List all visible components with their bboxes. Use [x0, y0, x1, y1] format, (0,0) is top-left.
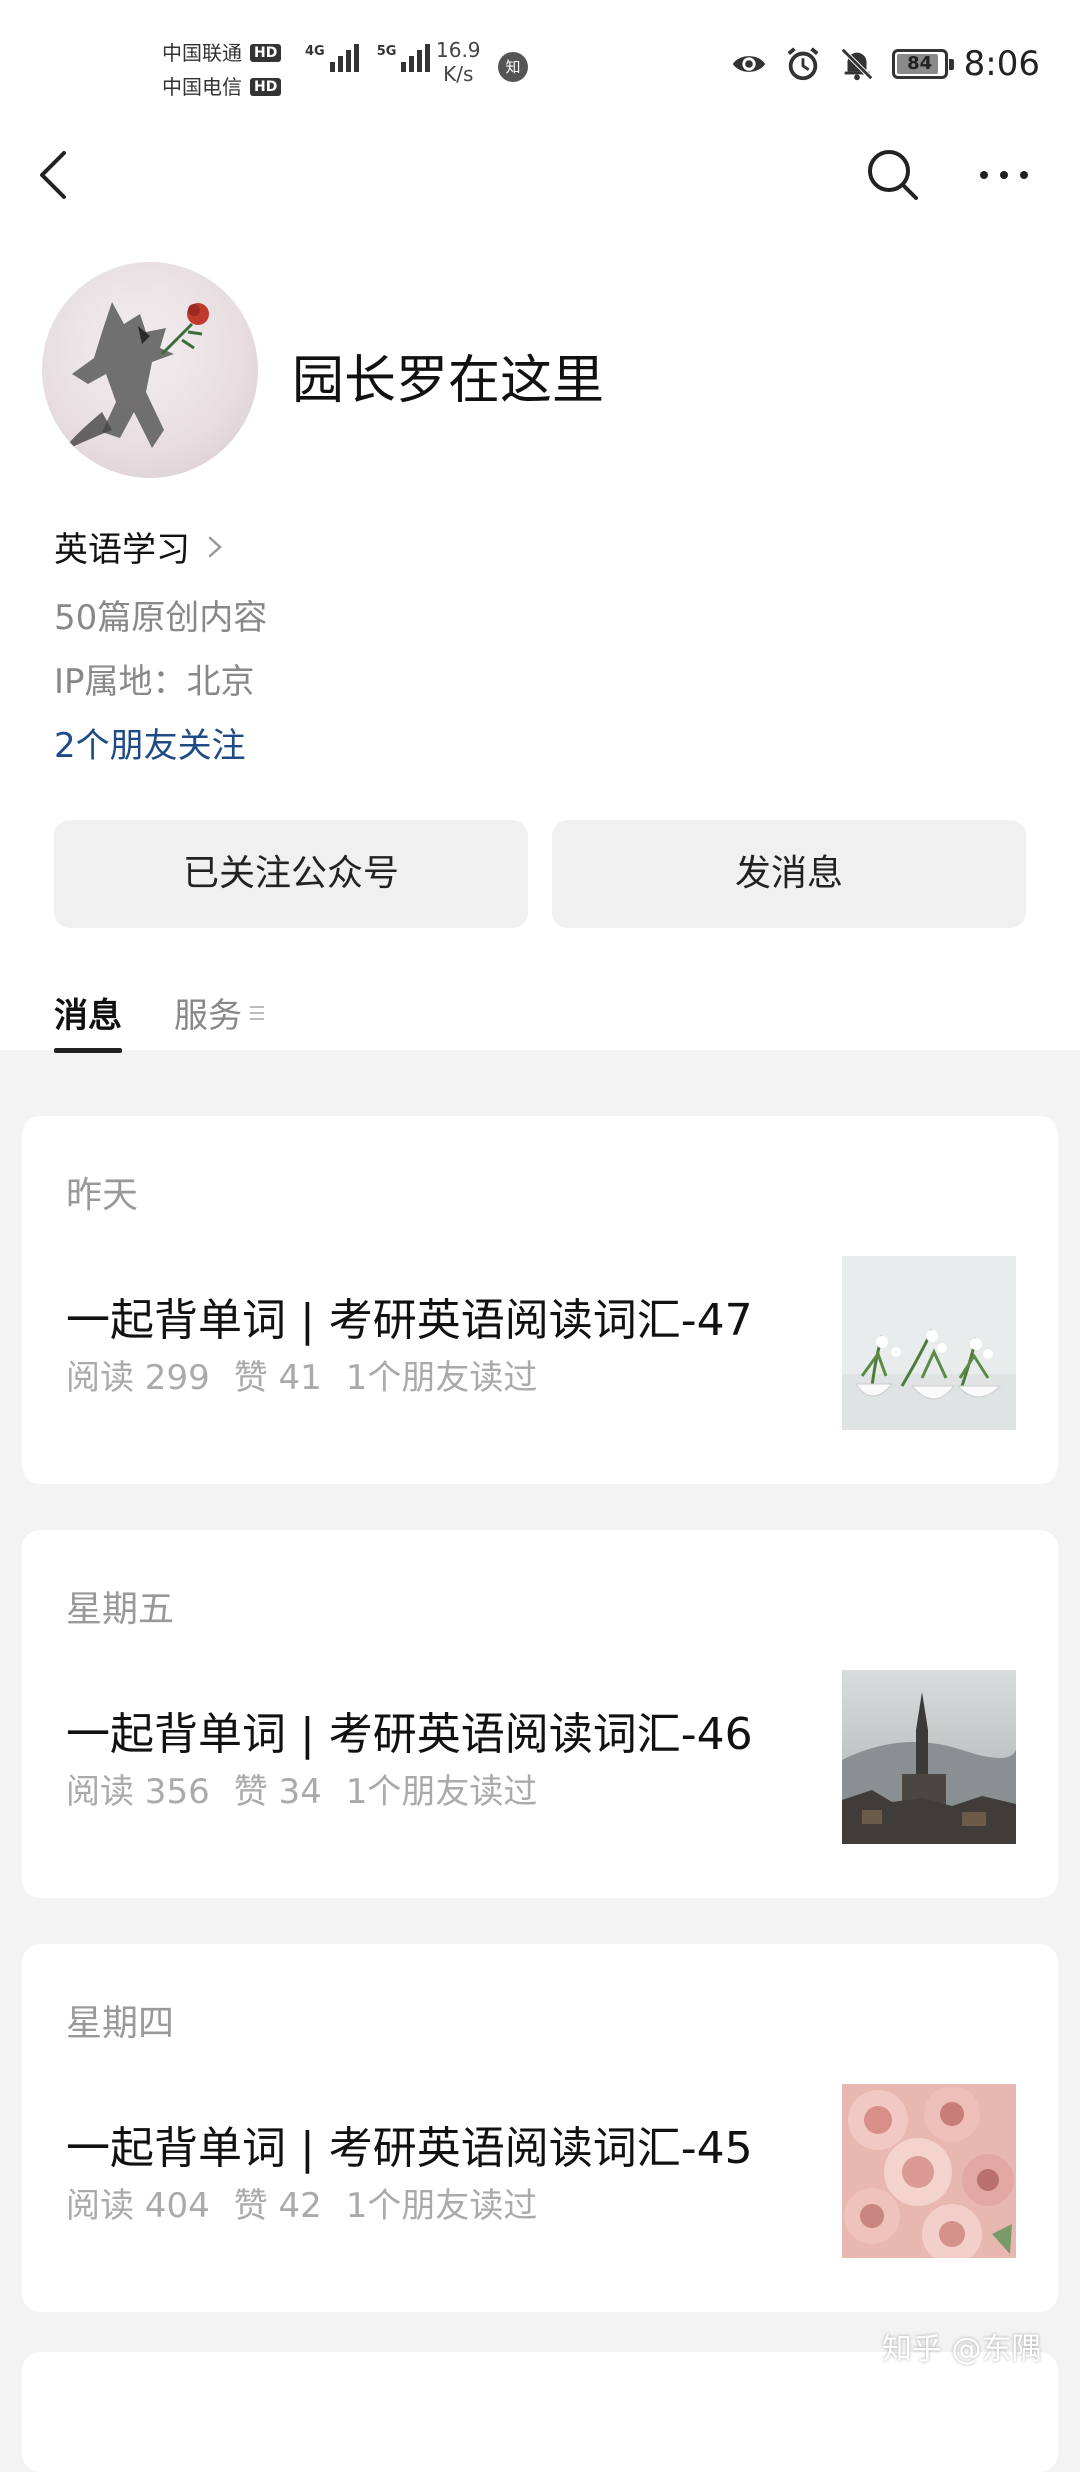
article-meta: 阅读 356 赞 34 1个朋友读过 — [66, 1764, 537, 1813]
friends-read: 1个朋友读过 — [345, 2186, 538, 2226]
account-category[interactable]: 英语学习 — [54, 522, 226, 571]
article-card[interactable]: 星期五 一起背单词 | 考研英语阅读词汇-46 阅读 356 赞 34 1个朋友… — [22, 1530, 1058, 1898]
back-icon[interactable] — [30, 145, 80, 205]
followed-button[interactable]: 已关注公众号 — [54, 820, 528, 928]
hd-badge: HD — [250, 78, 282, 96]
tab-bar: 消息 服务 — [54, 988, 264, 1053]
carrier-1: 中国联通 — [162, 41, 242, 65]
menu-lines-icon — [250, 1005, 264, 1020]
friends-read: 1个朋友读过 — [345, 1358, 538, 1398]
article-meta: 阅读 404 赞 42 1个朋友读过 — [66, 2178, 537, 2227]
pink-roses-image[interactable] — [842, 2084, 1016, 2258]
tab-messages[interactable]: 消息 — [54, 988, 122, 1053]
network-label: 5G — [376, 44, 397, 59]
alarm-icon — [787, 47, 819, 81]
battery-icon: 84 — [891, 49, 954, 79]
article-title[interactable]: 一起背单词 | 考研英语阅读词汇-45 — [66, 2112, 753, 2176]
article-title[interactable]: 一起背单词 | 考研英语阅读词汇-47 — [66, 1284, 753, 1348]
article-date: 昨天 — [66, 1175, 139, 1216]
like-count: 赞 42 — [233, 2186, 322, 2226]
ip-location: IP属地：北京 — [54, 662, 255, 702]
read-count: 阅读 356 — [66, 1772, 210, 1812]
article-card[interactable]: 昨天 一起背单词 | 考研英语阅读词汇-47 阅读 299 赞 41 1个朋友读… — [22, 1116, 1058, 1484]
article-title[interactable]: 一起背单词 | 考研英语阅读词汇-46 — [66, 1698, 753, 1762]
status-bar: 中国联通 HD 中国电信 HD 4G 5G 16.9 K/s 知 84 8:06 — [0, 0, 1080, 120]
tab-services-label: 服务 — [174, 996, 242, 1036]
chevron-right-icon — [208, 536, 222, 557]
read-count: 阅读 299 — [66, 1358, 210, 1398]
article-card[interactable]: 星期四 一起背单词 | 考研英语阅读词汇-45 阅读 404 赞 42 1个朋友… — [22, 1944, 1058, 2312]
friends-following-link[interactable]: 2个朋友关注 — [54, 718, 246, 767]
friends-read: 1个朋友读过 — [345, 1772, 538, 1812]
avatar[interactable] — [42, 262, 258, 478]
article-card[interactable] — [22, 2352, 1058, 2472]
speed-value: 16.9 — [436, 38, 481, 62]
signal-5g-icon: 5G — [377, 44, 431, 72]
signal-4g-icon: 4G — [305, 44, 359, 72]
carrier-2: 中国电信 — [162, 75, 242, 99]
speed-unit: K/s — [443, 62, 474, 86]
article-date: 星期四 — [66, 2003, 175, 2044]
network-speed: 16.9 K/s — [436, 38, 481, 86]
status-icons: 84 8:06 — [730, 44, 1040, 84]
tab-services[interactable]: 服务 — [174, 988, 264, 1037]
clock: 8:06 — [963, 44, 1040, 84]
like-count: 赞 34 — [233, 1772, 322, 1812]
carrier-info: 中国联通 HD 中国电信 HD — [162, 36, 282, 104]
category-label: 英语学习 — [54, 530, 190, 570]
search-icon[interactable] — [864, 146, 920, 202]
article-date: 星期五 — [66, 1589, 175, 1630]
original-count: 50篇原创内容 — [54, 598, 268, 638]
church-town-image[interactable] — [842, 1670, 1016, 1844]
zhihu-notification-icon: 知 — [498, 52, 528, 82]
read-count: 阅读 404 — [66, 2186, 210, 2226]
article-meta: 阅读 299 赞 41 1个朋友读过 — [66, 1350, 537, 1399]
bell-muted-icon — [840, 48, 873, 81]
wolf-with-rose-illustration — [62, 302, 209, 452]
hd-badge: HD — [250, 44, 282, 62]
account-name: 园长罗在这里 — [292, 351, 605, 411]
battery-level: 84 — [907, 53, 933, 74]
snowdrop-flowers-image[interactable] — [842, 1256, 1016, 1430]
network-label: 4G — [305, 44, 325, 59]
send-message-button[interactable]: 发消息 — [552, 820, 1026, 928]
watermark: 知乎 @东隅 — [882, 2332, 1042, 2367]
like-count: 赞 41 — [233, 1358, 322, 1398]
eye-icon — [732, 56, 765, 72]
signal-indicators: 4G 5G — [305, 44, 431, 72]
more-icon[interactable] — [974, 150, 1034, 200]
